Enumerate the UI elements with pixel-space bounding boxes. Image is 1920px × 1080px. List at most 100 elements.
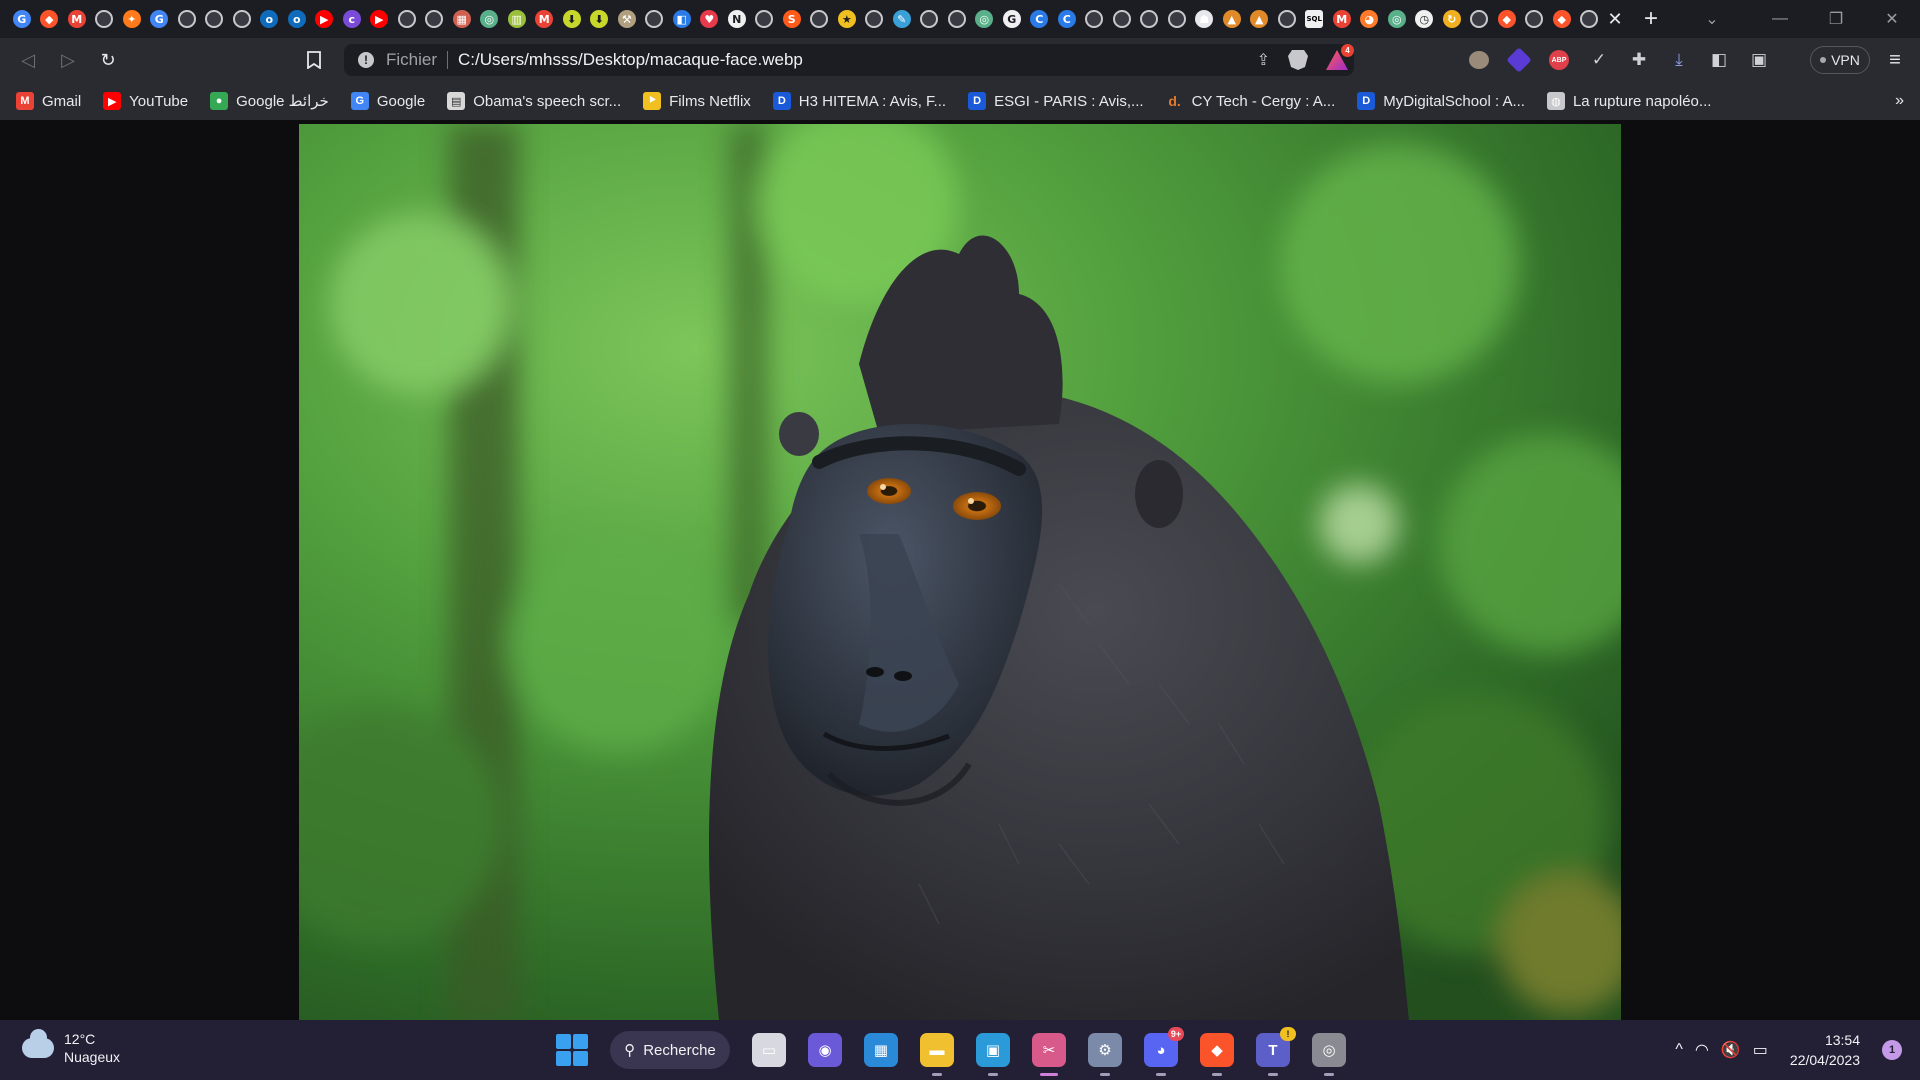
taskbar-app-github-desktop[interactable]: ◎ bbox=[1312, 1033, 1346, 1076]
bookmark-item[interactable]: D H3 HITEMA : Avis, F... bbox=[772, 92, 946, 110]
tab-16[interactable]: ▦ bbox=[448, 0, 476, 38]
bookmark-item[interactable]: ● Google خرائط bbox=[210, 92, 329, 110]
tab-48[interactable]: M bbox=[1328, 0, 1356, 38]
bookmark-item[interactable]: ▤ Obama's speech scr... bbox=[447, 92, 621, 110]
tab-6[interactable] bbox=[173, 0, 201, 38]
new-tab-button[interactable]: + bbox=[1633, 0, 1669, 38]
wallet-icon[interactable]: ▣ bbox=[1746, 47, 1772, 73]
tab-20[interactable]: ⬇ bbox=[558, 0, 586, 38]
tab-55[interactable] bbox=[1521, 0, 1549, 38]
notification-badge[interactable]: 1 bbox=[1882, 1040, 1902, 1060]
macaque-photo[interactable] bbox=[299, 124, 1621, 1020]
tab-32[interactable]: ✎ bbox=[888, 0, 916, 38]
taskbar-app-remote-desktop[interactable]: ▣ bbox=[976, 1033, 1010, 1076]
tab-3[interactable] bbox=[91, 0, 119, 38]
tab-4[interactable]: ✦ bbox=[118, 0, 146, 38]
clock[interactable]: 13:54 22/04/2023 bbox=[1790, 1030, 1860, 1070]
tab-0[interactable]: G bbox=[8, 0, 36, 38]
tab-33[interactable] bbox=[916, 0, 944, 38]
wifi-icon[interactable]: ◠ bbox=[1695, 1040, 1709, 1060]
tab-7[interactable] bbox=[201, 0, 229, 38]
minimize-button[interactable]: — bbox=[1752, 0, 1808, 38]
bookmark-item[interactable]: ⯈ Films Netflix bbox=[643, 92, 751, 110]
tab-15[interactable] bbox=[421, 0, 449, 38]
restore-button[interactable]: ❐ bbox=[1808, 0, 1864, 38]
tab-12[interactable]: c bbox=[338, 0, 366, 38]
tab-26[interactable]: N bbox=[723, 0, 751, 38]
tab-27[interactable] bbox=[751, 0, 779, 38]
extensions-puzzle-icon[interactable]: ✚ bbox=[1626, 47, 1652, 73]
tab-36[interactable]: G bbox=[998, 0, 1026, 38]
tab-35[interactable]: ◎ bbox=[971, 0, 999, 38]
taskbar-app-settings[interactable]: ⚙ bbox=[1088, 1033, 1122, 1076]
bookmark-item[interactable]: D ESGI - PARIS : Avis,... bbox=[968, 92, 1144, 110]
purple-extension-icon[interactable] bbox=[1506, 47, 1532, 73]
chevron-up-icon[interactable]: ^ bbox=[1675, 1041, 1683, 1059]
brave-rewards-icon[interactable]: 4 bbox=[1326, 44, 1354, 70]
bookmark-item[interactable]: ◍ La rupture napoléo... bbox=[1546, 92, 1711, 110]
weather-widget[interactable]: 12°C Nuageux bbox=[22, 1029, 120, 1066]
tab-54[interactable]: ◆ bbox=[1493, 0, 1521, 38]
checkmark-extension-icon[interactable]: ✓ bbox=[1586, 47, 1612, 73]
tab-46[interactable] bbox=[1273, 0, 1301, 38]
bookmarks-overflow-button[interactable]: » bbox=[1895, 82, 1904, 120]
tab-43[interactable]: ☗ bbox=[1191, 0, 1219, 38]
mute-icon[interactable]: 🔇 bbox=[1721, 1040, 1741, 1060]
taskbar-app-microsoft-store[interactable]: ▦ bbox=[864, 1033, 898, 1067]
tab-47[interactable]: SQL bbox=[1301, 0, 1329, 38]
vpn-button[interactable]: VPN bbox=[1810, 46, 1870, 74]
downloads-icon[interactable]: ⤓ bbox=[1666, 47, 1692, 73]
tab-8[interactable] bbox=[228, 0, 256, 38]
taskbar-app-teams[interactable]: T! bbox=[1256, 1027, 1296, 1076]
bookmark-item[interactable]: d. CY Tech - Cergy : A... bbox=[1166, 92, 1335, 110]
bookmark-item[interactable]: D MyDigitalSchool : A... bbox=[1357, 92, 1525, 110]
tab-34[interactable] bbox=[943, 0, 971, 38]
tab-22[interactable]: ⚒ bbox=[613, 0, 641, 38]
owl-extension-icon[interactable] bbox=[1466, 47, 1492, 73]
tab-42[interactable] bbox=[1163, 0, 1191, 38]
tab-9[interactable]: o bbox=[256, 0, 284, 38]
tab-2[interactable]: M bbox=[63, 0, 91, 38]
tab-44[interactable]: ▲ bbox=[1218, 0, 1246, 38]
taskbar-app-brave-browser[interactable]: ◆ bbox=[1200, 1033, 1234, 1076]
taskbar-app-snipping-tool[interactable]: ✂ bbox=[1032, 1033, 1066, 1076]
tab-13[interactable]: ▶ bbox=[366, 0, 394, 38]
tab-49[interactable]: ◕ bbox=[1356, 0, 1384, 38]
tab-30[interactable]: ★ bbox=[833, 0, 861, 38]
address-bar[interactable]: ! Fichier C:/Users/mhsss/Desktop/macaque… bbox=[344, 44, 1354, 76]
tab-25[interactable]: ♥ bbox=[696, 0, 724, 38]
tab-1[interactable]: ◆ bbox=[36, 0, 64, 38]
tab-40[interactable] bbox=[1108, 0, 1136, 38]
taskbar-app-taskview[interactable]: ▭ bbox=[752, 1033, 786, 1067]
tab-11[interactable]: ▶ bbox=[311, 0, 339, 38]
tab-23[interactable] bbox=[641, 0, 669, 38]
tab-57[interactable] bbox=[1576, 0, 1604, 38]
tab-53[interactable] bbox=[1466, 0, 1494, 38]
start-button[interactable] bbox=[556, 1034, 588, 1066]
tab-29[interactable] bbox=[806, 0, 834, 38]
taskbar-app-teams-chat[interactable]: ◉ bbox=[808, 1033, 842, 1067]
sidebar-toggle-icon[interactable]: ◧ bbox=[1706, 47, 1732, 73]
tab-18[interactable]: ▥ bbox=[503, 0, 531, 38]
tab-5[interactable]: G bbox=[146, 0, 174, 38]
tab-28[interactable]: S bbox=[778, 0, 806, 38]
battery-icon[interactable]: ▭ bbox=[1753, 1040, 1768, 1060]
tab-39[interactable] bbox=[1081, 0, 1109, 38]
taskbar-search[interactable]: ⚲ Recherche bbox=[610, 1031, 730, 1069]
bookmark-item[interactable]: G Google bbox=[350, 92, 425, 110]
taskbar-app-discord[interactable]: ◕ 9+ bbox=[1144, 1027, 1184, 1076]
tab-19[interactable]: M bbox=[531, 0, 559, 38]
site-info-icon[interactable]: ! bbox=[354, 48, 378, 72]
tab-24[interactable]: ◧ bbox=[668, 0, 696, 38]
tab-17[interactable]: ◎ bbox=[476, 0, 504, 38]
tab-search-icon[interactable]: ⌄ bbox=[1692, 0, 1732, 38]
brave-shields-icon[interactable] bbox=[1288, 50, 1308, 70]
tab-41[interactable] bbox=[1136, 0, 1164, 38]
tab-21[interactable]: ⬇ bbox=[586, 0, 614, 38]
back-button[interactable]: ◁ bbox=[8, 42, 48, 78]
bookmark-item[interactable]: ▶ YouTube bbox=[103, 92, 188, 110]
tab-56[interactable]: ◆ bbox=[1548, 0, 1576, 38]
main-menu-button[interactable]: ≡ bbox=[1880, 42, 1910, 78]
bookmark-page-button[interactable] bbox=[298, 42, 330, 78]
bookmark-item[interactable]: M Gmail bbox=[16, 92, 81, 110]
